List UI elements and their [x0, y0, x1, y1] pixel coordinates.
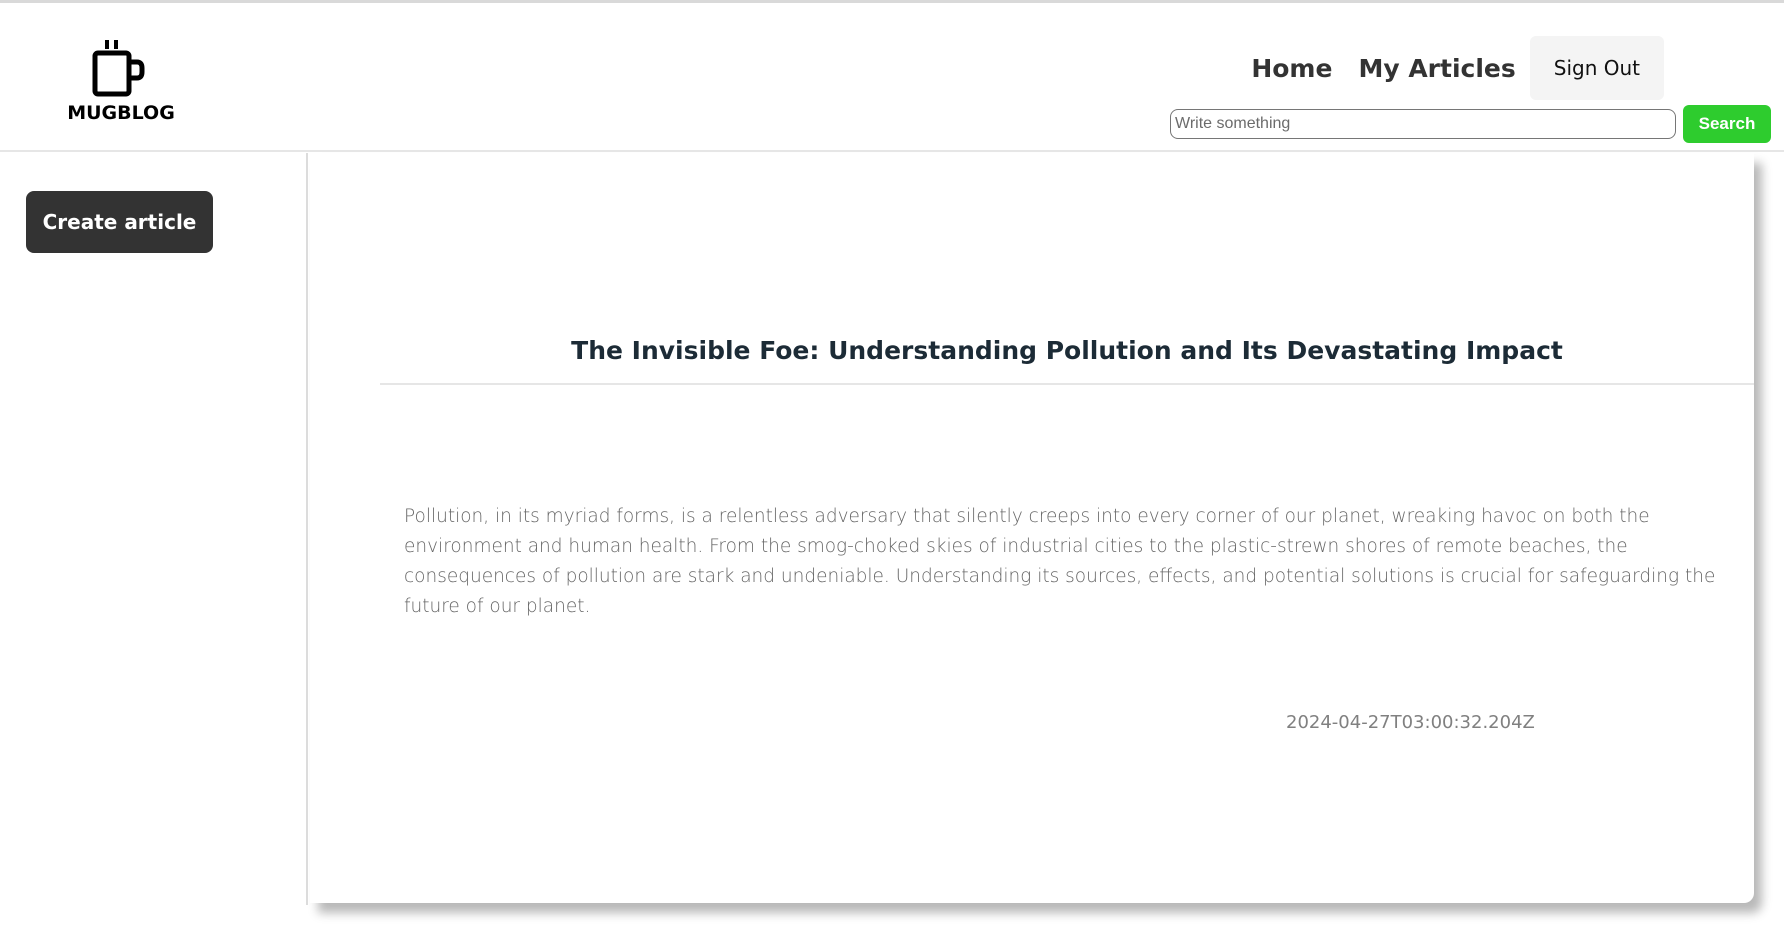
nav-home-link[interactable]: Home [1251, 54, 1332, 83]
search-input[interactable] [1170, 109, 1676, 139]
mug-icon [92, 40, 145, 97]
article-title: The Invisible Foe: Understanding Polluti… [571, 336, 1563, 365]
logo-text: MUGBLOG [67, 102, 175, 124]
article-card: The Invisible Foe: Understanding Polluti… [310, 153, 1754, 903]
create-article-button[interactable]: Create article [26, 191, 213, 253]
nav-my-articles-link[interactable]: My Articles [1358, 54, 1515, 83]
site-header: MUGBLOG Home My Articles Sign Out Search [0, 3, 1784, 152]
sidebar: Create article [0, 153, 308, 905]
title-divider [380, 383, 1754, 385]
site-logo[interactable]: MUGBLOG [66, 40, 176, 126]
search-button[interactable]: Search [1683, 105, 1771, 143]
article-date: 2024-04-27T03:00:32.204Z [1286, 712, 1535, 733]
sign-out-button[interactable]: Sign Out [1529, 36, 1664, 100]
main-nav: Home My Articles Sign Out [1225, 36, 1664, 100]
article-body: Pollution, in its myriad forms, is a rel… [404, 506, 1716, 617]
